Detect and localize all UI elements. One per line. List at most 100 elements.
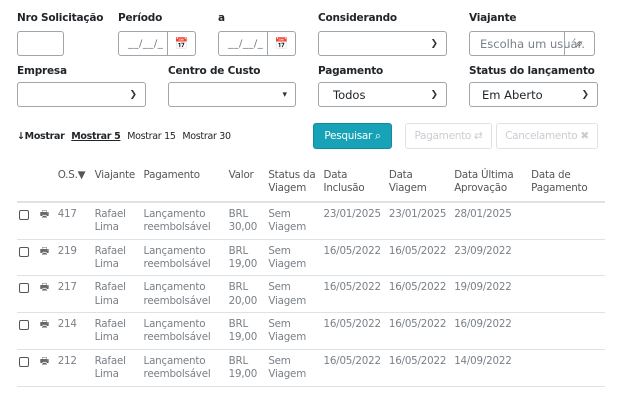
cancelamento-button[interactable]: Cancelamento ✖ <box>496 123 598 149</box>
cell-data-pagamento <box>527 275 605 313</box>
cell-viajante: Rafael Lima <box>90 312 140 350</box>
cell-data-viagem: 16/05/2022 <box>384 312 451 350</box>
cell-pagamento: Lançamento reembolsável <box>139 275 225 313</box>
page-size-bar: ↓Mostrar Mostrar 5 Mostrar 15 Mostrar 30 <box>17 131 235 142</box>
cell-data-viagem: 23/01/2025 <box>384 201 451 240</box>
cell-pagamento: Lançamento reembolsável <box>139 201 225 240</box>
periodo-start-date-input[interactable]: __/__/_ 📅 <box>118 31 196 56</box>
print-icon[interactable]: 🖶 <box>40 282 49 293</box>
search-icon[interactable]: ⌕ <box>564 32 594 55</box>
header-data-pagamento[interactable]: Data de Pagamento <box>527 164 605 203</box>
cell-status-viagem: Sem Viagem <box>264 349 320 387</box>
empresa-label: Empresa <box>17 65 67 77</box>
page-size-prefix: ↓Mostrar <box>17 131 65 142</box>
cell-data-viagem: 16/05/2022 <box>384 349 451 387</box>
nro-solicitacao-input[interactable] <box>17 31 64 56</box>
pesquisar-label: Pesquisar <box>324 130 373 142</box>
considerando-label: Considerando <box>318 12 397 24</box>
cell-status-viagem: Sem Viagem <box>264 275 320 313</box>
periodo-end-date-input[interactable]: __/__/_ 📅 <box>218 31 296 56</box>
periodo-label: Período <box>118 12 163 24</box>
row-print-cell: 🖶 <box>35 312 54 350</box>
centro-custo-label: Centro de Custo <box>168 65 261 77</box>
header-viajante[interactable]: Viajante <box>90 164 140 203</box>
pagamento-label: Pagamento <box>318 65 384 77</box>
row-checkbox-cell <box>17 275 36 313</box>
status-lancamento-label: Status do lançamento <box>469 65 595 77</box>
viajante-label: Viajante <box>469 12 517 24</box>
row-checkbox[interactable] <box>19 356 29 367</box>
cell-valor: BRL 19,00 <box>224 312 265 350</box>
table-row[interactable]: 🖶 214 Rafael Lima Lançamento reembolsável BR… <box>17 312 605 350</box>
chevron-down-icon: ❯ <box>129 89 137 100</box>
page-size-option-5[interactable]: Mostrar 5 <box>71 131 120 142</box>
periodo-a-label: a <box>218 12 225 24</box>
considerando-select[interactable]: ❯ <box>318 31 447 56</box>
cell-data-pagamento <box>527 312 605 350</box>
sort-down-icon: ▼ <box>77 169 86 181</box>
chevron-down-icon: ❯ <box>581 89 589 100</box>
header-status-viagem[interactable]: Status da Viagem <box>264 164 320 203</box>
row-print-cell: 🖶 <box>35 275 54 313</box>
cell-valor: BRL 30,00 <box>224 201 265 240</box>
pagamento-select-value: Todos <box>333 87 366 102</box>
row-checkbox[interactable] <box>19 320 29 330</box>
cell-pagamento: Lançamento reembolsável <box>139 312 225 350</box>
cell-data-aprovacao: 19/09/2022 <box>450 275 528 313</box>
pesquisar-button[interactable]: Pesquisar ⌕ <box>313 123 392 149</box>
row-checkbox[interactable] <box>19 246 29 257</box>
header-data-viagem[interactable]: Data Viagem <box>384 164 451 203</box>
pagamento-button[interactable]: Pagamento ⇄ <box>405 123 492 149</box>
cell-os: 217 <box>53 275 91 313</box>
chevron-down-icon: ❯ <box>430 38 438 49</box>
cell-data-inclusao: 16/05/2022 <box>319 275 385 313</box>
caret-down-icon: ▾ <box>282 89 287 100</box>
header-pagamento[interactable]: Pagamento <box>139 164 225 203</box>
row-checkbox-cell <box>17 312 36 350</box>
table-header-row: O.S.▼ Viajante Pagamento Valor Status da… <box>17 164 605 203</box>
cell-data-aprovacao: 14/09/2022 <box>450 349 528 387</box>
cell-viajante: Rafael Lima <box>90 201 140 240</box>
row-checkbox[interactable] <box>19 283 29 294</box>
page-size-option-15[interactable]: Mostrar 15 <box>127 131 176 142</box>
cell-data-aprovacao: 23/09/2022 <box>450 239 528 277</box>
print-icon[interactable]: 🖶 <box>40 319 49 330</box>
header-data-inclusao[interactable]: Data Inclusão <box>319 164 385 203</box>
table-row[interactable]: 🖶 217 Rafael Lima Lançamento reembolsável BR… <box>17 275 605 313</box>
header-os[interactable]: O.S.▼ <box>53 164 91 203</box>
table-row[interactable]: 🖶 417 Rafael Lima Lançamento reembolsável BR… <box>17 201 605 240</box>
pagamento-select[interactable]: Todos ❯ <box>318 82 447 107</box>
row-checkbox[interactable] <box>19 209 29 220</box>
calendar-icon[interactable]: 📅 <box>167 32 195 55</box>
cell-pagamento: Lançamento reembolsável <box>139 239 225 277</box>
cell-status-viagem: Sem Viagem <box>264 239 320 277</box>
cell-viajante: Rafael Lima <box>90 239 140 277</box>
close-icon: ✖ <box>580 130 589 142</box>
cell-data-pagamento <box>527 201 605 240</box>
date-placeholder: __/__/_ <box>128 38 164 49</box>
cancelamento-button-label: Cancelamento <box>505 130 578 142</box>
page-size-option-30[interactable]: Mostrar 30 <box>182 131 231 142</box>
search-icon: ⌕ <box>375 129 381 142</box>
print-icon[interactable]: 🖶 <box>40 209 49 220</box>
cell-pagamento: Lançamento reembolsável <box>139 349 225 387</box>
cell-os: 212 <box>53 349 91 387</box>
nro-solicitacao-label: Nro Solicitação <box>17 12 104 24</box>
print-icon[interactable]: 🖶 <box>40 246 49 257</box>
calendar-icon[interactable]: 📅 <box>267 32 295 55</box>
viajante-search-field[interactable]: Escolha um usuár. ⌕ <box>469 31 595 56</box>
empresa-select[interactable]: ❯ <box>17 82 146 107</box>
row-checkbox-cell <box>17 201 36 240</box>
status-lancamento-select[interactable]: Em Aberto ❯ <box>469 82 598 107</box>
cell-os: 219 <box>53 239 91 277</box>
row-print-cell: 🖶 <box>35 201 54 240</box>
header-valor[interactable]: Valor <box>224 164 265 203</box>
centro-custo-select[interactable]: ▾ <box>168 82 296 107</box>
table-row[interactable]: 🖶 212 Rafael Lima Lançamento reembolsável BR… <box>17 349 605 387</box>
row-print-cell: 🖶 <box>35 349 54 387</box>
cell-data-aprovacao: 16/09/2022 <box>450 312 528 350</box>
header-data-ultima-aprovacao[interactable]: Data Última Aprovação <box>450 164 528 203</box>
cell-data-pagamento <box>527 349 605 387</box>
print-icon[interactable]: 🖶 <box>40 356 49 367</box>
table-row[interactable]: 🖶 219 Rafael Lima Lançamento reembolsável BR… <box>17 239 605 277</box>
